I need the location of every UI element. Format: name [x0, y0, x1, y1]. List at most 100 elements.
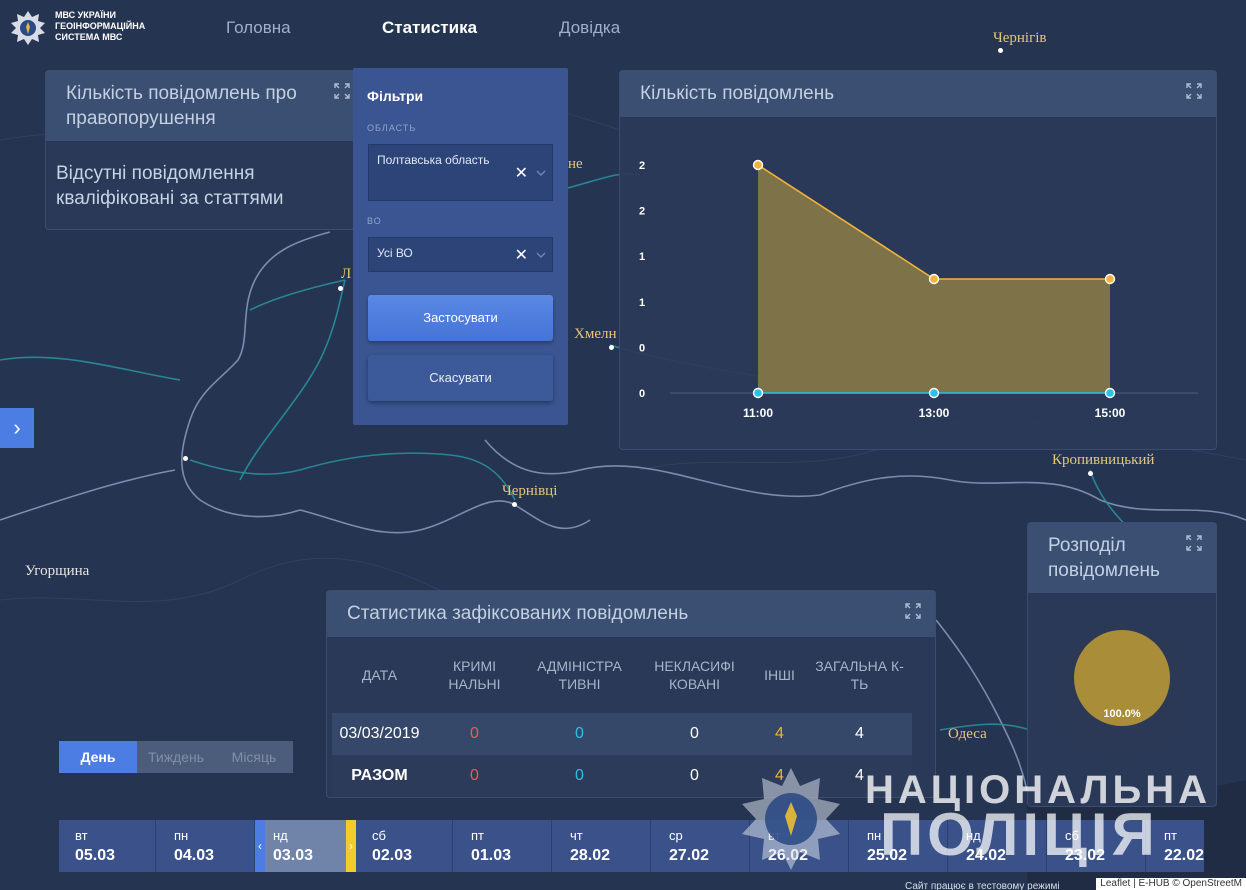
- column-header-other[interactable]: ІНШІ: [752, 637, 807, 713]
- app-header: МВС УКРАЇНИ ГЕОІНФОРМАЦІЙНА СИСТЕМА МВС …: [0, 0, 1246, 56]
- stats-panel-header: Статистика зафіксованих повідомлень: [327, 591, 935, 637]
- nav-help[interactable]: Довідка: [559, 18, 620, 38]
- city-marker: [1088, 471, 1093, 476]
- data-point[interactable]: [928, 273, 940, 285]
- period-day-button[interactable]: День: [59, 741, 137, 773]
- city-marker: [183, 456, 188, 461]
- expand-icon[interactable]: [1186, 535, 1202, 551]
- y-tick-label: 1: [639, 297, 645, 309]
- cell-total-criminal: 0: [427, 755, 522, 797]
- y-tick-label: 0: [639, 342, 645, 354]
- map-label-hungary: Угорщина: [25, 563, 90, 579]
- police-emblem-icon[interactable]: [10, 10, 46, 46]
- period-month-button[interactable]: Місяць: [215, 741, 293, 773]
- map-label-partial: Л: [341, 266, 352, 282]
- expand-icon[interactable]: [334, 83, 350, 99]
- cancel-button[interactable]: Скасувати: [368, 355, 553, 401]
- expand-icon[interactable]: [1186, 83, 1202, 99]
- period-week-button[interactable]: Тиждень: [137, 741, 215, 773]
- apply-button[interactable]: Застосувати: [368, 295, 553, 341]
- vo-select-value: Усі ВО: [377, 246, 413, 260]
- vo-select[interactable]: Усі ВО ✕: [368, 237, 553, 272]
- table-header-row: ДАТА КРИМІ НАЛЬНІ АДМІНІСТРА ТИВНІ НЕКЛА…: [332, 637, 912, 713]
- distribution-panel: Розподіл повідомлень 100.0%: [1027, 522, 1217, 807]
- cell-criminal: 0: [427, 713, 522, 755]
- column-header-admin[interactable]: АДМІНІСТРА ТИВНІ: [522, 637, 637, 713]
- map-label-chernivtsi: Чернівці: [502, 483, 558, 499]
- chart-panel-header: Кількість повідомлень: [620, 71, 1216, 117]
- cell-total: 4: [807, 713, 912, 755]
- column-header-unclassified[interactable]: НЕКЛАСИФІ КОВАНІ: [637, 637, 752, 713]
- chart-panel-title: Кількість повідомлень: [640, 83, 835, 104]
- y-tick-label: 1: [639, 251, 645, 263]
- cell-other: 4: [752, 713, 807, 755]
- expand-icon[interactable]: [905, 603, 921, 619]
- timeline-day-date: 22.02: [1164, 847, 1204, 864]
- column-header-date[interactable]: ДАТА: [332, 637, 427, 713]
- test-mode-notice: Сайт працює в тестовому режимі: [905, 881, 1060, 890]
- city-marker: [512, 502, 517, 507]
- nav-statistics[interactable]: Статистика: [382, 18, 477, 38]
- timeline-day[interactable]: чт 28.02: [554, 820, 651, 872]
- map-attribution[interactable]: Leaflet | E-HUB © OpenStreetM: [1096, 878, 1246, 890]
- timeline-day-date: 02.03: [372, 847, 413, 864]
- map-label-kropyvnytskyi: Кропивницький: [1052, 452, 1155, 468]
- chevron-down-icon[interactable]: [536, 169, 546, 177]
- data-point[interactable]: [1104, 273, 1116, 285]
- cell-total-admin: 0: [522, 755, 637, 797]
- offenses-panel-title: Кількість повідомлень про правопорушення: [66, 83, 297, 129]
- vo-label: ВО: [367, 216, 382, 226]
- cell-unclassified: 0: [637, 713, 752, 755]
- watermark-text-line2: ПОЛІЦІЯ: [880, 801, 1159, 868]
- cell-admin: 0: [522, 713, 637, 755]
- timeline-day-weekday: нд: [273, 828, 288, 843]
- distribution-panel-title: Розподіл повідомлень: [1048, 535, 1160, 581]
- timeline-day-weekday: вт: [75, 828, 88, 843]
- cell-total-unclassified: 0: [637, 755, 752, 797]
- table-row[interactable]: 03/03/2019 0 0 0 4 4: [332, 713, 912, 755]
- timeline-day[interactable]: вт 05.03: [59, 820, 156, 872]
- timeline-day-weekday: чт: [570, 828, 583, 843]
- timeline-day[interactable]: нд 03.03: [257, 820, 354, 872]
- chevron-down-icon[interactable]: [536, 251, 546, 259]
- clear-region-icon[interactable]: ✕: [515, 163, 528, 183]
- timeline-day-date: 05.03: [75, 847, 116, 864]
- y-tick-label: 2: [639, 160, 645, 172]
- pie-slice-label: 100.0%: [1103, 708, 1141, 720]
- y-tick-label: 2: [639, 206, 645, 218]
- range-handle-left[interactable]: ‹: [255, 820, 265, 872]
- messages-chart-panel: Кількість повідомлень 0 0 1 1 2 2 11:00 13:00 15…: [619, 70, 1217, 450]
- area-chart: 0 0 1 1 2 2 11:00 13:00 15:00: [639, 159, 1198, 420]
- timeline-day-weekday: пт: [471, 828, 484, 843]
- data-point[interactable]: [752, 159, 764, 171]
- sidebar-toggle-button[interactable]: ›: [0, 408, 34, 448]
- region-select-value: Полтавська область: [377, 153, 490, 167]
- nav-home[interactable]: Головна: [226, 18, 291, 38]
- cell-total-label: РАЗОМ: [332, 755, 427, 797]
- timeline-day[interactable]: пн 04.03: [158, 820, 255, 872]
- region-select[interactable]: Полтавська область ✕: [368, 144, 553, 201]
- filters-panel: Фільтри ОБЛАСТЬ Полтавська область ✕ ВО …: [353, 68, 568, 425]
- column-header-total[interactable]: ЗАГАЛЬНА К-ТЬ: [807, 637, 912, 713]
- clear-vo-icon[interactable]: ✕: [515, 245, 528, 265]
- city-marker: [609, 345, 614, 350]
- x-tick-label: 15:00: [1095, 406, 1126, 420]
- timeline-day[interactable]: сб 02.03: [356, 820, 453, 872]
- timeline-day[interactable]: пт 01.03: [455, 820, 552, 872]
- x-tick-label: 11:00: [743, 406, 773, 420]
- data-point[interactable]: [752, 387, 764, 399]
- data-point[interactable]: [928, 387, 940, 399]
- timeline-day-date: 28.02: [570, 847, 611, 864]
- timeline-day-weekday: пт: [1164, 828, 1177, 843]
- cell-date: 03/03/2019: [332, 713, 427, 755]
- column-header-criminal[interactable]: КРИМІ НАЛЬНІ: [427, 637, 522, 713]
- empty-message: Відсутні повідомлення кваліфіковані за с…: [56, 163, 284, 209]
- map-label-odesa: Одеса: [948, 726, 987, 742]
- stats-panel-title: Статистика зафіксованих повідомлень: [347, 603, 689, 624]
- data-point[interactable]: [1104, 387, 1116, 399]
- timeline-day-date: 01.03: [471, 847, 512, 864]
- filters-title: Фільтри: [367, 88, 424, 104]
- range-handle-right[interactable]: ›: [346, 820, 356, 872]
- city-marker: [338, 286, 343, 291]
- distribution-panel-header: Розподіл повідомлень: [1028, 523, 1216, 593]
